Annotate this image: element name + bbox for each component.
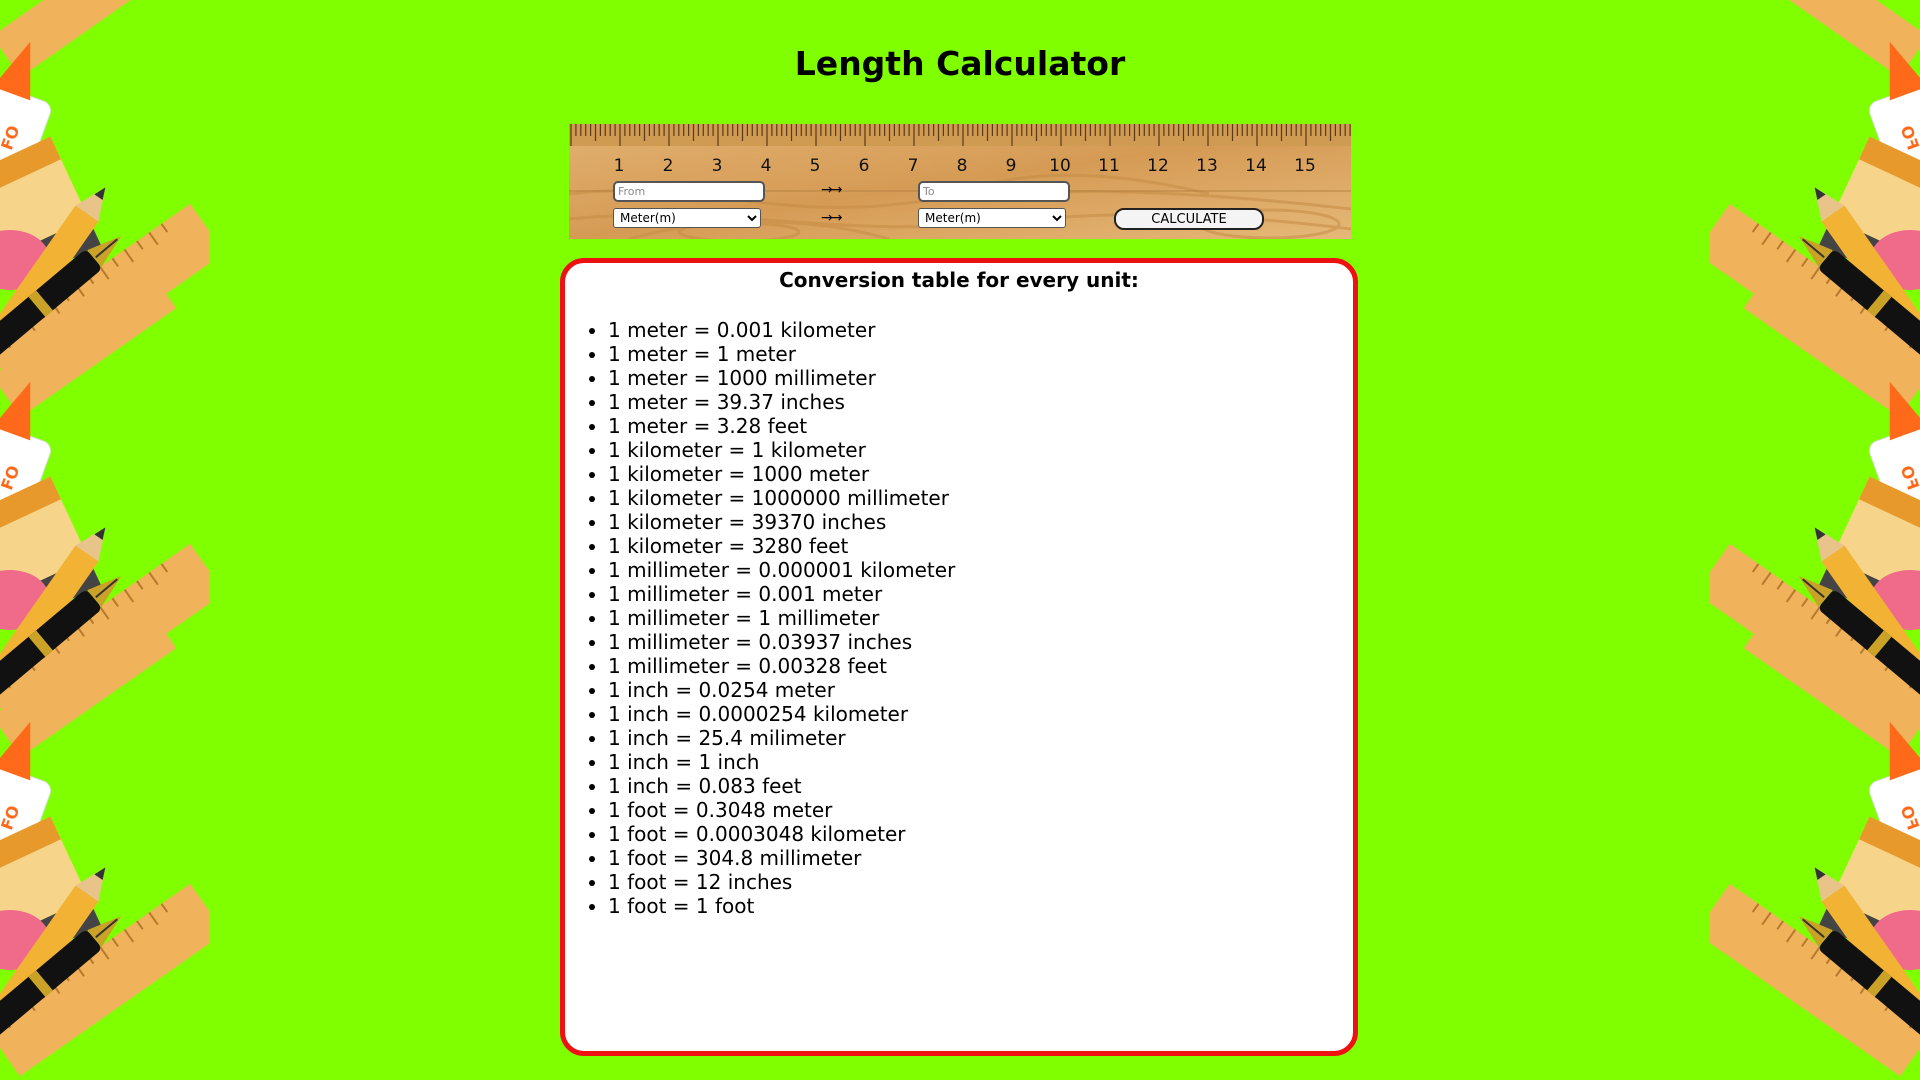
conversion-list-item: 1 millimeter = 0.03937 inches [608,630,1353,654]
conversion-list: 1 meter = 0.001 kilometer1 meter = 1 met… [565,318,1353,918]
ruler-number: 14 [1245,156,1267,176]
page-title: Length Calculator [794,44,1126,83]
conversion-list-item: 1 inch = 0.0254 meter [608,678,1353,702]
ruler-numbers: 1 2 3 4 5 6 7 8 9 10 11 12 13 14 15 [569,156,1351,176]
ruler-number: 5 [809,156,821,176]
ruler-number: 3 [711,156,723,176]
ruler-number: 9 [1005,156,1017,176]
to-unit-select[interactable]: Meter(m) [918,208,1066,228]
arrow-icon: →→ [821,210,843,226]
ruler-number: 1 [613,156,625,176]
ruler-number: 11 [1098,156,1120,176]
ruler-calculator-panel: 123456789101112131415 →→ Meter(m) →→ Met… [569,124,1351,239]
ruler-number: 13 [1196,156,1218,176]
conversion-list-item: 1 kilometer = 1 kilometer [608,438,1353,462]
ruler-number: 8 [956,156,968,176]
conversion-list-item: 1 kilometer = 1000000 millimeter [608,486,1353,510]
to-input[interactable] [918,181,1070,202]
conversion-list-item: 1 millimeter = 0.000001 kilometer [608,558,1353,582]
calculate-button[interactable]: CALCULATE [1114,208,1264,230]
conversion-list-item: 1 meter = 1000 millimeter [608,366,1353,390]
right-stationery-border [1710,0,1920,1080]
conversion-list-item: 1 inch = 0.083 feet [608,774,1353,798]
conversion-list-item: 1 meter = 1 meter [608,342,1353,366]
conversion-table-heading: Conversion table for every unit: [779,268,1139,292]
ruler-number: 2 [662,156,674,176]
ruler-number: 12 [1147,156,1169,176]
from-unit-select[interactable]: Meter(m) [613,208,761,228]
left-stationery-border: FO [0,0,210,1080]
conversion-list-item: 1 inch = 25.4 milimeter [608,726,1353,750]
from-input[interactable] [613,181,765,202]
arrow-icon: →→ [821,182,843,198]
conversion-list-item: 1 inch = 1 inch [608,750,1353,774]
conversion-list-item: 1 foot = 12 inches [608,870,1353,894]
conversion-list-item: 1 meter = 3.28 feet [608,414,1353,438]
conversion-list-item: 1 millimeter = 0.00328 feet [608,654,1353,678]
conversion-list-item: 1 millimeter = 1 millimeter [608,606,1353,630]
conversion-list-item: 1 kilometer = 39370 inches [608,510,1353,534]
conversion-list-item: 1 millimeter = 0.001 meter [608,582,1353,606]
conversion-list-item: 1 foot = 304.8 millimeter [608,846,1353,870]
conversion-list-item: 1 foot = 1 foot [608,894,1353,918]
ruler-number: 15 [1294,156,1316,176]
conversion-list-item: 1 foot = 0.3048 meter [608,798,1353,822]
conversion-list-item: 1 meter = 0.001 kilometer [608,318,1353,342]
conversion-list-item: 1 inch = 0.0000254 kilometer [608,702,1353,726]
ruler-number: 4 [760,156,772,176]
conversion-list-item: 1 foot = 0.0003048 kilometer [608,822,1353,846]
conversion-table-box: Conversion table for every unit: 1 meter… [560,258,1358,1056]
ruler-number: 7 [907,156,919,176]
ruler-number: 6 [858,156,870,176]
conversion-list-item: 1 kilometer = 1000 meter [608,462,1353,486]
ruler-number: 10 [1049,156,1071,176]
conversion-list-item: 1 meter = 39.37 inches [608,390,1353,414]
conversion-list-item: 1 kilometer = 3280 feet [608,534,1353,558]
